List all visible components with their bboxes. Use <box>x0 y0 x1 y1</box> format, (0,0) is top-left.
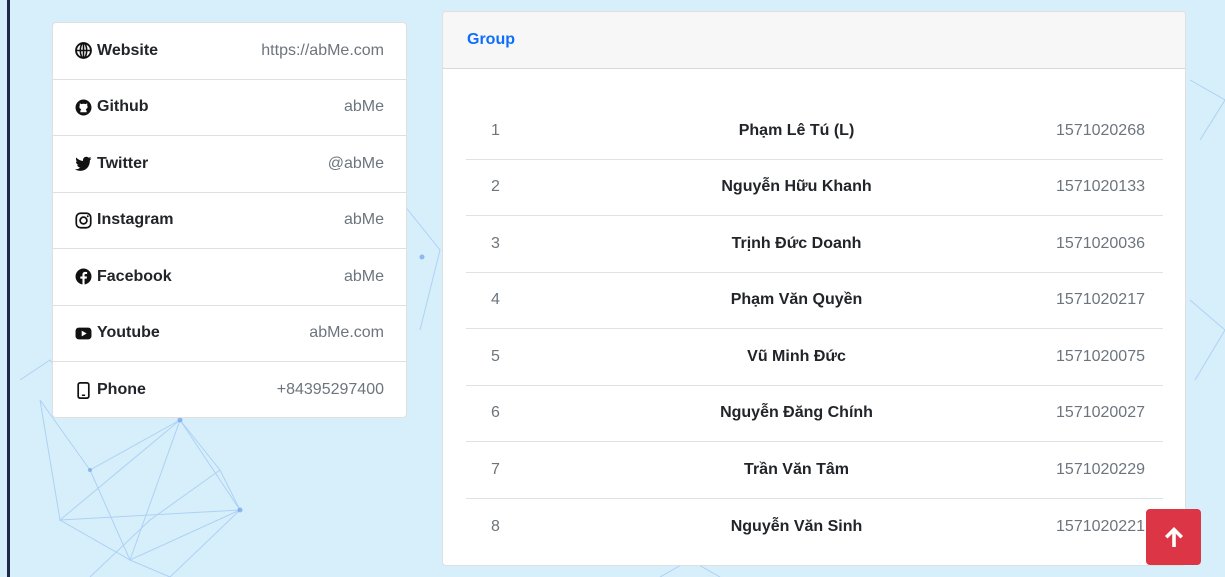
member-name: Phạm Lê Tú (L) <box>738 121 855 139</box>
member-id: 1571020217 <box>1056 291 1145 309</box>
contact-value-facebook[interactable]: abMe <box>344 268 384 286</box>
contact-label-twitter: Twitter <box>75 155 148 173</box>
contact-row-website: Website https://abMe.com <box>53 23 406 80</box>
phone-icon <box>77 381 90 399</box>
member-id: 1571020075 <box>1056 347 1145 365</box>
member-index: 8 <box>491 517 500 535</box>
member-index: 2 <box>491 178 500 196</box>
contact-value-instagram[interactable]: abMe <box>344 211 384 229</box>
member-row: 1 Phạm Lê Tú (L) 1571020268 <box>466 103 1163 160</box>
member-row: 3 Trịnh Đức Doanh 1571020036 <box>466 216 1163 273</box>
member-index: 3 <box>491 234 500 252</box>
github-icon <box>75 99 92 116</box>
member-name: Nguyễn Hữu Khanh <box>721 178 872 196</box>
globe-icon <box>75 42 92 60</box>
member-index: 6 <box>491 404 500 422</box>
member-id: 1571020027 <box>1056 404 1145 422</box>
contact-row-instagram: Instagram abMe <box>53 193 406 249</box>
member-name: Nguyễn Văn Sinh <box>730 517 863 535</box>
contact-label-instagram: Instagram <box>75 211 173 229</box>
member-index: 1 <box>491 121 500 139</box>
contact-label-text: Phone <box>97 381 146 399</box>
contact-row-github: Github abMe <box>53 80 406 136</box>
group-card: Group 1 Phạm Lê Tú (L) 1571020268 2 Nguy… <box>442 11 1186 566</box>
arrow-up-icon <box>1164 527 1183 547</box>
contact-row-phone: Phone +84395297400 <box>53 362 406 417</box>
facebook-icon <box>75 268 92 286</box>
contact-row-twitter: Twitter @abMe <box>53 136 406 193</box>
contact-row-facebook: Facebook abMe <box>53 249 406 306</box>
group-header: Group <box>443 12 1185 69</box>
member-name: Vũ Minh Đức <box>747 347 846 365</box>
member-name: Trịnh Đức Doanh <box>731 234 862 252</box>
contact-card: Website https://abMe.com Github abMe Twi… <box>52 22 407 418</box>
scroll-to-top-button[interactable] <box>1146 509 1201 565</box>
member-row: 8 Nguyễn Văn Sinh 1571020221 <box>466 499 1163 556</box>
contact-label-text: Twitter <box>97 154 149 172</box>
contact-label-text: Website <box>97 41 159 59</box>
contact-value-website[interactable]: https://abMe.com <box>261 42 384 60</box>
member-id: 1571020036 <box>1056 234 1145 252</box>
member-name: Nguyễn Đăng Chính <box>720 404 873 422</box>
member-index: 4 <box>491 291 500 309</box>
contact-value-youtube[interactable]: abMe.com <box>309 324 384 342</box>
member-id: 1571020229 <box>1056 460 1145 478</box>
contact-label-github: Github <box>75 98 149 116</box>
member-index: 5 <box>491 347 500 365</box>
member-id: 1571020268 <box>1056 121 1145 139</box>
member-name: Phạm Văn Quyền <box>730 291 863 309</box>
member-list: 1 Phạm Lê Tú (L) 1571020268 2 Nguyễn Hữu… <box>466 103 1163 555</box>
contact-label-text: Github <box>97 98 149 116</box>
member-row: 4 Phạm Văn Quyền 1571020217 <box>466 273 1163 329</box>
contact-row-youtube: Youtube abMe.com <box>53 306 406 362</box>
member-row: 5 Vũ Minh Đức 1571020075 <box>466 329 1163 386</box>
contact-label-phone: Phone <box>75 381 146 399</box>
member-row: 7 Trần Văn Tâm 1571020229 <box>466 442 1163 499</box>
instagram-icon <box>75 212 92 229</box>
contact-label-facebook: Facebook <box>75 268 172 286</box>
member-id: 1571020133 <box>1056 178 1145 196</box>
contact-value-github[interactable]: abMe <box>344 98 384 116</box>
contact-label-text: Facebook <box>97 267 172 285</box>
contact-label-text: Youtube <box>97 324 160 342</box>
left-edge-bar <box>7 0 10 577</box>
group-title: Group <box>467 31 515 48</box>
contact-value-twitter[interactable]: @abMe <box>328 155 384 173</box>
twitter-icon <box>75 156 92 172</box>
member-index: 7 <box>491 460 500 478</box>
member-name: Trần Văn Tâm <box>744 460 849 478</box>
youtube-icon <box>75 327 92 340</box>
contact-label-text: Instagram <box>97 211 174 229</box>
contact-value-phone[interactable]: +84395297400 <box>277 381 384 399</box>
member-row: 2 Nguyễn Hữu Khanh 1571020133 <box>466 160 1163 216</box>
contact-label-website: Website <box>75 42 158 60</box>
member-row: 6 Nguyễn Đăng Chính 1571020027 <box>466 386 1163 442</box>
contact-label-youtube: Youtube <box>75 324 160 342</box>
